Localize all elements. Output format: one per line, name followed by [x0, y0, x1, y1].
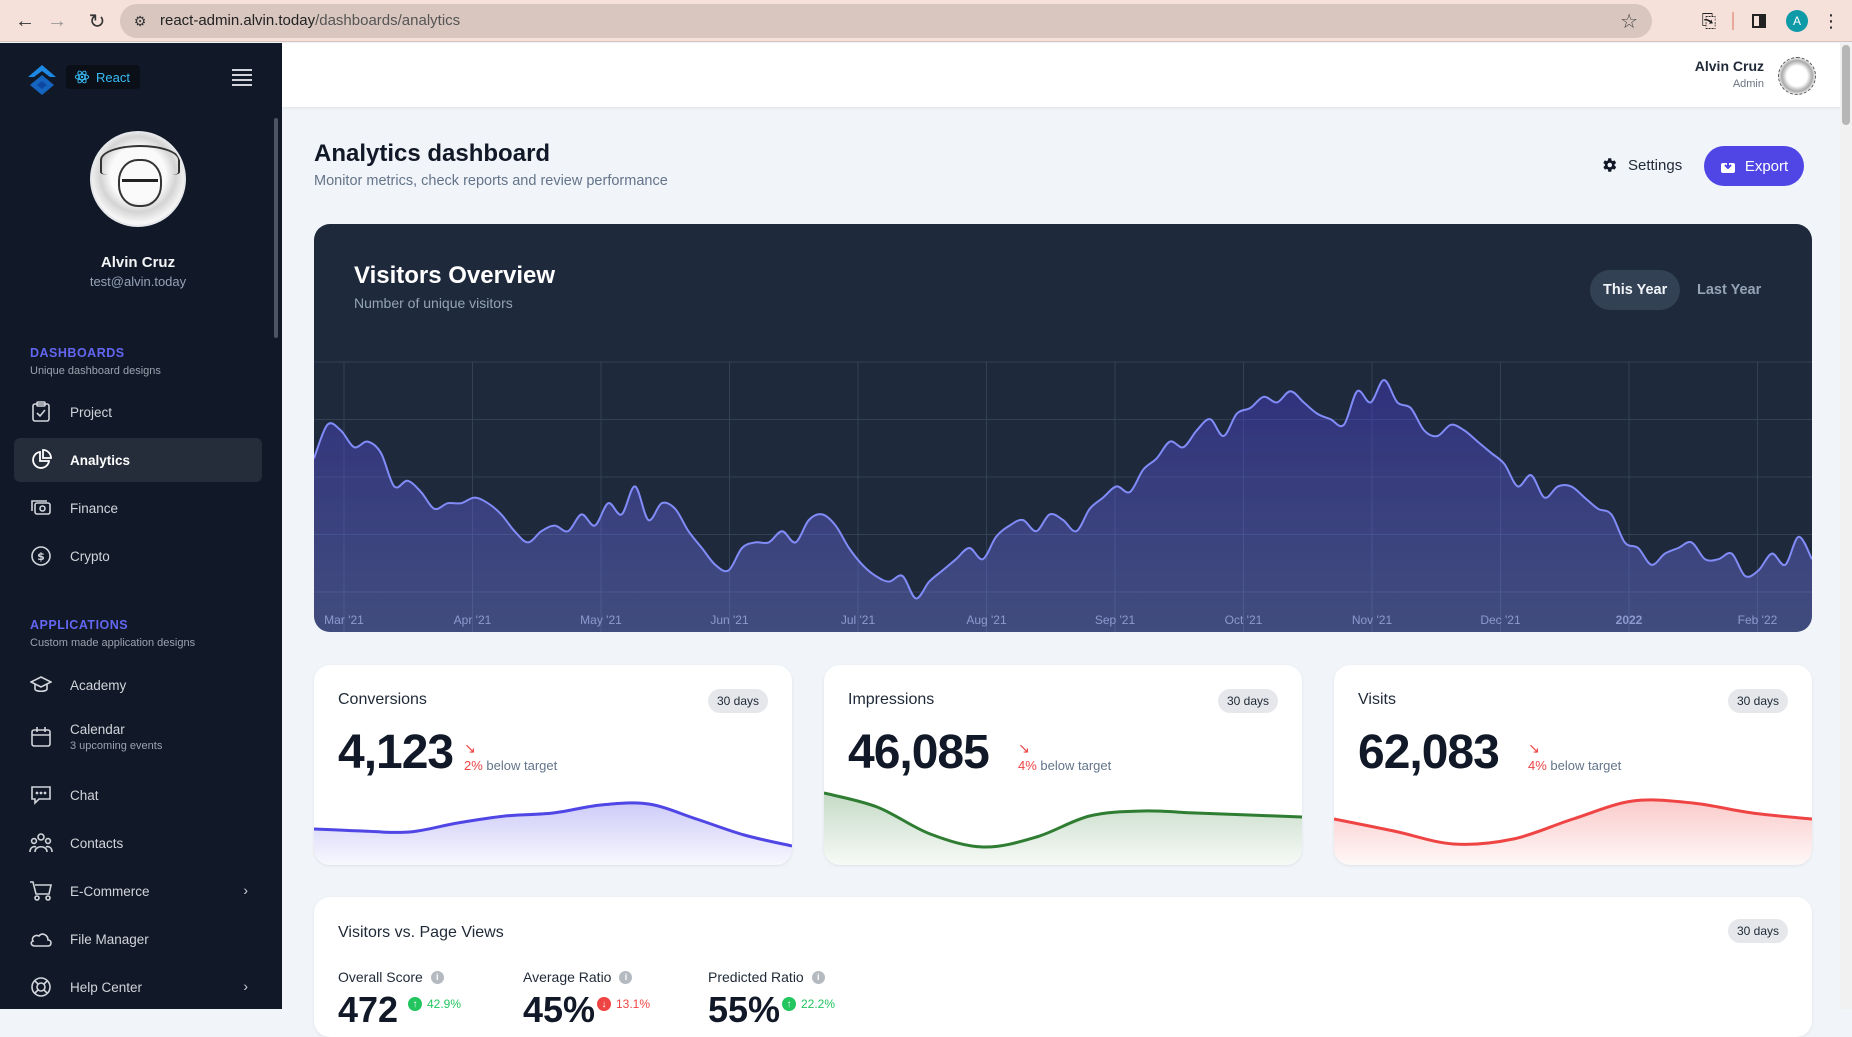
settings-button[interactable]: Settings: [1600, 152, 1682, 178]
info-icon[interactable]: i: [812, 971, 825, 984]
chevron-right-icon: ›: [243, 882, 248, 898]
conversions-sparkline: [314, 785, 792, 865]
sidebar-item-contacts[interactable]: Contacts: [14, 821, 262, 865]
section-subtitle-dashboards: Unique dashboard designs: [30, 365, 161, 377]
sidebar-item-e-commerce[interactable]: E-Commerce ›: [14, 869, 262, 913]
academic-cap-icon: [28, 672, 54, 698]
sidebar-item-crypto[interactable]: $ Crypto: [14, 534, 262, 578]
chart-pie-icon: [28, 447, 54, 473]
visitors-title: Visitors Overview: [354, 262, 555, 290]
period-badge[interactable]: 30 days: [1728, 689, 1788, 713]
stat-title: Conversions: [338, 691, 427, 709]
hamburger-menu-icon[interactable]: [232, 69, 252, 85]
header-user-avatar[interactable]: [1778, 57, 1816, 95]
sidebar-item-file-manager[interactable]: File Manager: [14, 917, 262, 961]
forward-icon[interactable]: →: [42, 0, 72, 42]
stat-target: 2% below target: [464, 758, 557, 773]
section-title-applications: APPLICATIONS: [30, 618, 128, 632]
period-badge[interactable]: 30 days: [708, 689, 768, 713]
sidebar-item-academy[interactable]: Academy: [14, 663, 262, 707]
react-atom-icon: [74, 69, 90, 85]
stat-target: 4% below target: [1018, 758, 1111, 773]
gear-icon: [1600, 156, 1618, 174]
browser-toolbar: ← → ↻ ⚙ react-admin.alvin.today/dashboar…: [0, 0, 1852, 42]
url-text[interactable]: react-admin.alvin.today/dashboards/analy…: [160, 12, 460, 29]
sidebar-item-analytics[interactable]: Analytics: [14, 438, 262, 482]
trending-down-icon: ↘: [1018, 740, 1030, 757]
sparkline-area: [824, 793, 1302, 865]
address-bar[interactable]: ⚙ react-admin.alvin.today/dashboards/ana…: [120, 4, 1652, 38]
profile-avatar[interactable]: A: [1782, 0, 1812, 42]
clipboard-check-icon: [28, 399, 54, 425]
sidebar-item-chat[interactable]: Chat: [14, 773, 262, 817]
metric-overall-score: Overall Scorei 472 ↑42.9%: [338, 969, 444, 985]
tab-this-year[interactable]: This Year: [1590, 270, 1680, 310]
sidebar-user-email: test@alvin.today: [0, 274, 276, 289]
trending-down-icon: ↘: [1528, 740, 1540, 757]
impressions-sparkline: [824, 785, 1302, 865]
visitors-subtitle: Number of unique visitors: [354, 295, 513, 311]
sidebar-scrollbar[interactable]: [274, 118, 278, 338]
top-header: Alvin Cruz Admin: [282, 43, 1852, 107]
user-group-icon: [28, 830, 54, 856]
stat-title: Impressions: [848, 691, 934, 709]
metric-average-ratio: Average Ratioi 45% ↓13.1%: [523, 969, 632, 985]
info-icon[interactable]: i: [619, 971, 632, 984]
visitors-vs-pageviews-card: Visitors vs. Page Views 30 days Overall …: [314, 897, 1812, 1037]
sidebar-item-calendar[interactable]: Calendar 3 upcoming events: [14, 711, 262, 763]
sidebar-item-help-center[interactable]: Help Center ›: [14, 965, 262, 1009]
stat-card-visits: Visits 30 days 62,083 ↘ 4% below target: [1334, 665, 1812, 865]
export-button[interactable]: Export: [1704, 146, 1804, 186]
back-icon[interactable]: ←: [10, 0, 40, 42]
brand-logo[interactable]: [26, 63, 58, 97]
stat-card-conversions: Conversions 30 days 4,123 ↘ 2% below tar…: [314, 665, 792, 865]
side-panel-icon[interactable]: [1744, 0, 1774, 42]
shopping-cart-icon: [28, 878, 54, 904]
reload-icon[interactable]: ↻: [82, 0, 112, 42]
stat-value: 46,085: [848, 725, 989, 780]
stat-card-impressions: Impressions 30 days 46,085 ↘ 4% below ta…: [824, 665, 1302, 865]
sidebar-user-name: Alvin Cruz: [0, 254, 276, 271]
stat-title: Visits: [1358, 691, 1396, 709]
page-scrollbar[interactable]: [1840, 43, 1852, 1009]
info-icon[interactable]: i: [431, 971, 444, 984]
page-subtitle: Monitor metrics, check reports and revie…: [314, 173, 668, 189]
bookmark-star-icon[interactable]: ☆: [1620, 9, 1638, 34]
tab-last-year[interactable]: Last Year: [1684, 270, 1774, 310]
stat-value: 62,083: [1358, 725, 1499, 780]
visits-sparkline: [1334, 785, 1812, 865]
period-badge[interactable]: 30 days: [1218, 689, 1278, 713]
visitors-area: [314, 380, 1812, 632]
site-info-icon[interactable]: ⚙: [130, 11, 150, 31]
svg-text:$: $: [37, 550, 45, 563]
currency-dollar-icon: $: [28, 543, 54, 569]
header-user-role: Admin: [1733, 78, 1764, 90]
framework-badge: React: [66, 65, 140, 89]
sidebar-item-finance[interactable]: Finance: [14, 486, 262, 530]
metric-predicted-ratio: Predicted Ratioi 55% ↑22.2%: [708, 969, 825, 985]
sidebar-item-project[interactable]: Project: [14, 390, 262, 434]
browser-menu-icon[interactable]: ⋮: [1816, 0, 1846, 42]
trending-down-icon: ↘: [464, 740, 476, 757]
extensions-icon[interactable]: ⎘: [1694, 0, 1724, 42]
period-badge[interactable]: 30 days: [1728, 919, 1788, 943]
stat-value: 4,123: [338, 725, 453, 780]
visitors-overview-card: Mar '21Apr '21May '21Jun '21Jul '21Aug '…: [314, 224, 1812, 632]
calendar-icon: [28, 724, 54, 750]
page-title: Analytics dashboard: [314, 140, 550, 168]
cash-icon: [28, 495, 54, 521]
header-user-name[interactable]: Alvin Cruz: [1695, 58, 1764, 74]
card-title: Visitors vs. Page Views: [338, 924, 504, 942]
cloud-icon: [28, 926, 54, 952]
section-subtitle-applications: Custom made application designs: [30, 637, 195, 649]
chevron-right-icon: ›: [243, 978, 248, 994]
stat-target: 4% below target: [1528, 758, 1621, 773]
chat-icon: [28, 782, 54, 808]
support-icon: [28, 974, 54, 1000]
download-icon: [1720, 158, 1736, 174]
toolbar-divider: [1732, 12, 1734, 30]
user-avatar-large: [90, 131, 186, 227]
section-title-dashboards: DASHBOARDS: [30, 346, 125, 360]
sidebar: React Alvin Cruz test@alvin.today DASHBO…: [0, 43, 282, 1009]
